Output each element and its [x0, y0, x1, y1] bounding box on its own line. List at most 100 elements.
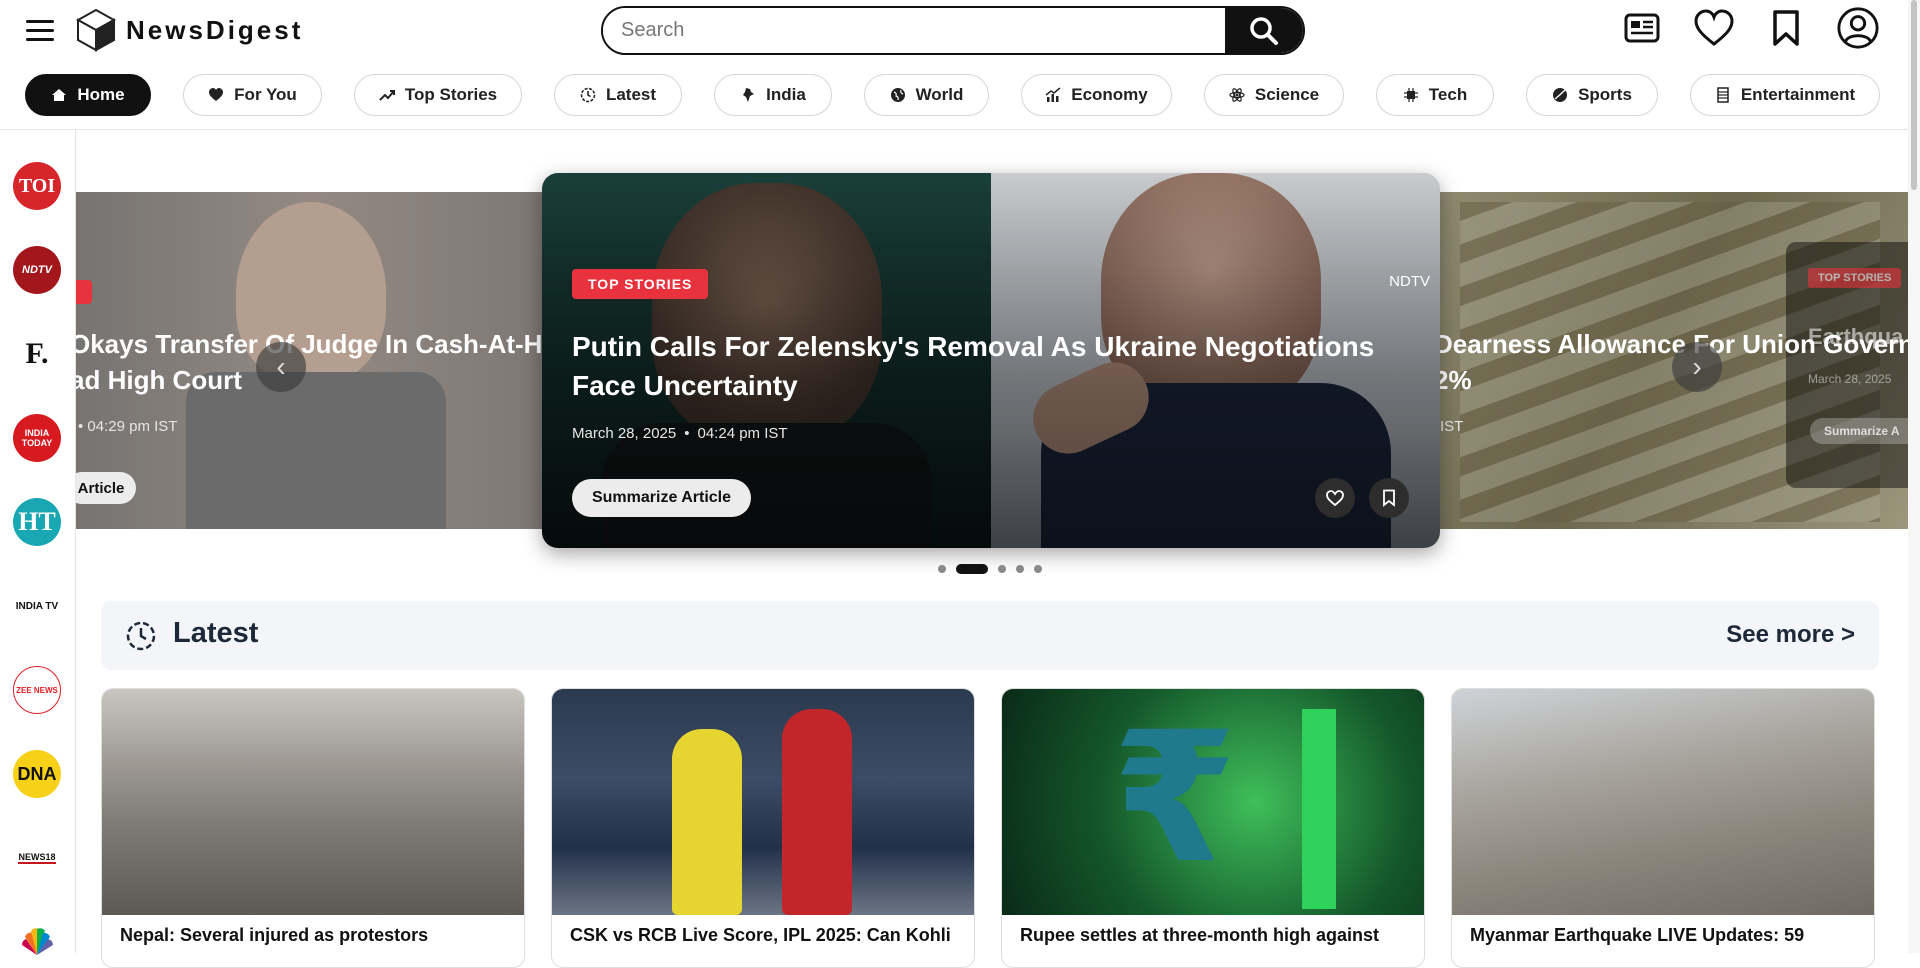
tab-sports[interactable]: Sports — [1526, 74, 1658, 116]
chart-icon — [1045, 87, 1061, 102]
clock-icon — [126, 621, 156, 651]
tab-label: India — [766, 85, 806, 104]
news-card[interactable]: Myanmar Earthquake LIVE Updates: 59 — [1451, 688, 1875, 968]
bookmark-icon — [1383, 489, 1395, 507]
category-badge: TOP STORIES — [572, 269, 709, 299]
tab-latest[interactable]: Latest — [554, 74, 682, 116]
carousel-next-button[interactable]: › — [1672, 342, 1722, 392]
tab-label: Entertainment — [1740, 85, 1856, 104]
tab-label: Top Stories — [404, 85, 498, 104]
logo-cube-icon — [76, 8, 116, 52]
profile-button[interactable] — [1836, 6, 1880, 50]
tab-india[interactable]: India — [714, 74, 832, 116]
carousel-prev-button[interactable]: ‹ — [256, 342, 306, 392]
tab-entertainment[interactable]: Entertainment — [1690, 74, 1880, 116]
news-title: Nepal: Several injured as protestors — [120, 925, 429, 945]
logo[interactable]: NewsDigest — [76, 8, 303, 52]
source-cnbc-logo[interactable] — [13, 918, 61, 966]
meta-separator: • — [684, 425, 690, 442]
article-date: March 28, 2025 — [572, 425, 677, 442]
news-title: Myanmar Earthquake LIVE Updates: 59 — [1470, 925, 1805, 945]
section-title: Latest — [173, 617, 259, 649]
globe-icon — [890, 88, 905, 102]
pagination-dot[interactable] — [998, 565, 1006, 573]
summarize-button[interactable]: Summarize A — [1810, 418, 1908, 444]
source-dna-logo[interactable]: DNA — [13, 750, 61, 798]
latest-section-header: Latest See more > — [101, 601, 1879, 670]
summarize-button[interactable]: Article — [76, 472, 136, 504]
source-india-tv-logo[interactable]: INDIA TV — [13, 582, 61, 630]
source-label: DNA — [17, 763, 57, 784]
source-zee-news-logo[interactable]: ZEE NEWS — [13, 666, 61, 714]
user-icon — [1837, 7, 1879, 49]
carousel-pagination — [938, 564, 1042, 574]
pagination-dot[interactable] — [1016, 565, 1024, 573]
tab-tech[interactable]: Tech — [1376, 74, 1494, 116]
search-button[interactable] — [1225, 8, 1303, 53]
bookmark-icon — [1773, 10, 1799, 46]
news-card[interactable]: ₹ Rupee settles at three-month high agai… — [1001, 688, 1425, 968]
news-image — [552, 689, 974, 915]
tab-label: Economy — [1071, 85, 1148, 104]
bookmarks-button[interactable] — [1764, 6, 1808, 50]
source-india-today-logo[interactable]: INDIA TODAY — [13, 414, 61, 462]
source-firstpost-logo[interactable]: F. — [13, 330, 61, 378]
trending-icon — [379, 90, 395, 101]
news-source-sidebar: TOI NDTV F. INDIA TODAY HT INDIA TV ZEE … — [0, 130, 76, 966]
tab-home[interactable]: Home — [25, 74, 151, 116]
source-label: NEWS18 — [18, 852, 56, 864]
source-label: ZEE NEWS — [16, 685, 58, 695]
source-label: NDTV — [22, 264, 52, 276]
summarize-button[interactable]: Summarize Article — [572, 479, 751, 517]
search-bar — [601, 6, 1305, 55]
source-news18-logo[interactable]: NEWS18 — [13, 834, 61, 882]
heart-icon — [1326, 490, 1344, 506]
news-title: Rupee settles at three-month high agains… — [1020, 925, 1380, 945]
search-input[interactable] — [603, 8, 1225, 53]
favorites-button[interactable] — [1692, 6, 1736, 50]
news-card[interactable]: CSK vs RCB Live Score, IPL 2025: Can Koh… — [551, 688, 975, 968]
article-time: 04:24 pm IST — [697, 425, 788, 442]
like-button[interactable] — [1315, 478, 1355, 518]
category-badge: TOP STORIES — [1808, 268, 1902, 288]
app-name: NewsDigest — [126, 14, 304, 45]
film-icon — [1717, 87, 1729, 103]
tab-label: Tech — [1428, 85, 1468, 104]
source-ndtv-logo[interactable]: NDTV — [13, 246, 61, 294]
carousel-card-prev[interactable]: Okays Transfer Of Judge In Cash-At-Ho ad… — [76, 192, 542, 529]
home-icon — [52, 89, 67, 101]
tab-economy[interactable]: Economy — [1021, 74, 1172, 116]
tab-label: Sports — [1578, 85, 1632, 104]
newspaper-icon — [1624, 13, 1660, 43]
bookmark-button[interactable] — [1369, 478, 1409, 518]
pagination-dot[interactable] — [938, 565, 946, 573]
chevron-left-icon: ‹ — [276, 351, 286, 382]
tab-for-you[interactable]: For You — [183, 74, 322, 116]
newspaper-button[interactable] — [1620, 6, 1664, 50]
carousel-headline: Okays Transfer Of Judge In Cash-At-Ho ad… — [76, 329, 542, 395]
page-scrollbar[interactable] — [1908, 0, 1920, 953]
carousel-headline: Putin Calls For Zelensky's Removal As Uk… — [572, 331, 1375, 401]
scrollbar-thumb[interactable] — [1911, 0, 1917, 190]
news-card[interactable]: Nepal: Several injured as protestors — [101, 688, 525, 968]
news-image — [1452, 689, 1874, 915]
source-toi-logo[interactable]: TOI — [13, 162, 61, 210]
search-icon — [1250, 16, 1278, 45]
clock-icon — [580, 87, 596, 103]
tab-world[interactable]: World — [864, 74, 989, 116]
pagination-dot-active[interactable] — [956, 564, 988, 574]
tab-label: For You — [234, 85, 297, 104]
source-label: INDIA TV — [15, 600, 59, 612]
source-ht-logo[interactable]: HT — [13, 498, 61, 546]
tab-top-stories[interactable]: Top Stories — [354, 74, 522, 116]
carousel-card-active[interactable]: TOP STORIES NDTV Putin Calls For Zelensk… — [542, 173, 1440, 548]
hamburger-menu-icon[interactable] — [26, 20, 54, 42]
ball-icon — [1553, 88, 1568, 102]
top-bar: NewsDigest — [0, 0, 1920, 60]
see-more-link[interactable]: See more > — [1726, 621, 1855, 649]
tab-science[interactable]: Science — [1204, 74, 1344, 116]
news-title: CSK vs RCB Live Score, IPL 2025: Can Koh… — [570, 925, 951, 945]
source-label: F. — [25, 337, 49, 370]
heart-icon — [209, 88, 224, 101]
pagination-dot[interactable] — [1034, 565, 1042, 573]
